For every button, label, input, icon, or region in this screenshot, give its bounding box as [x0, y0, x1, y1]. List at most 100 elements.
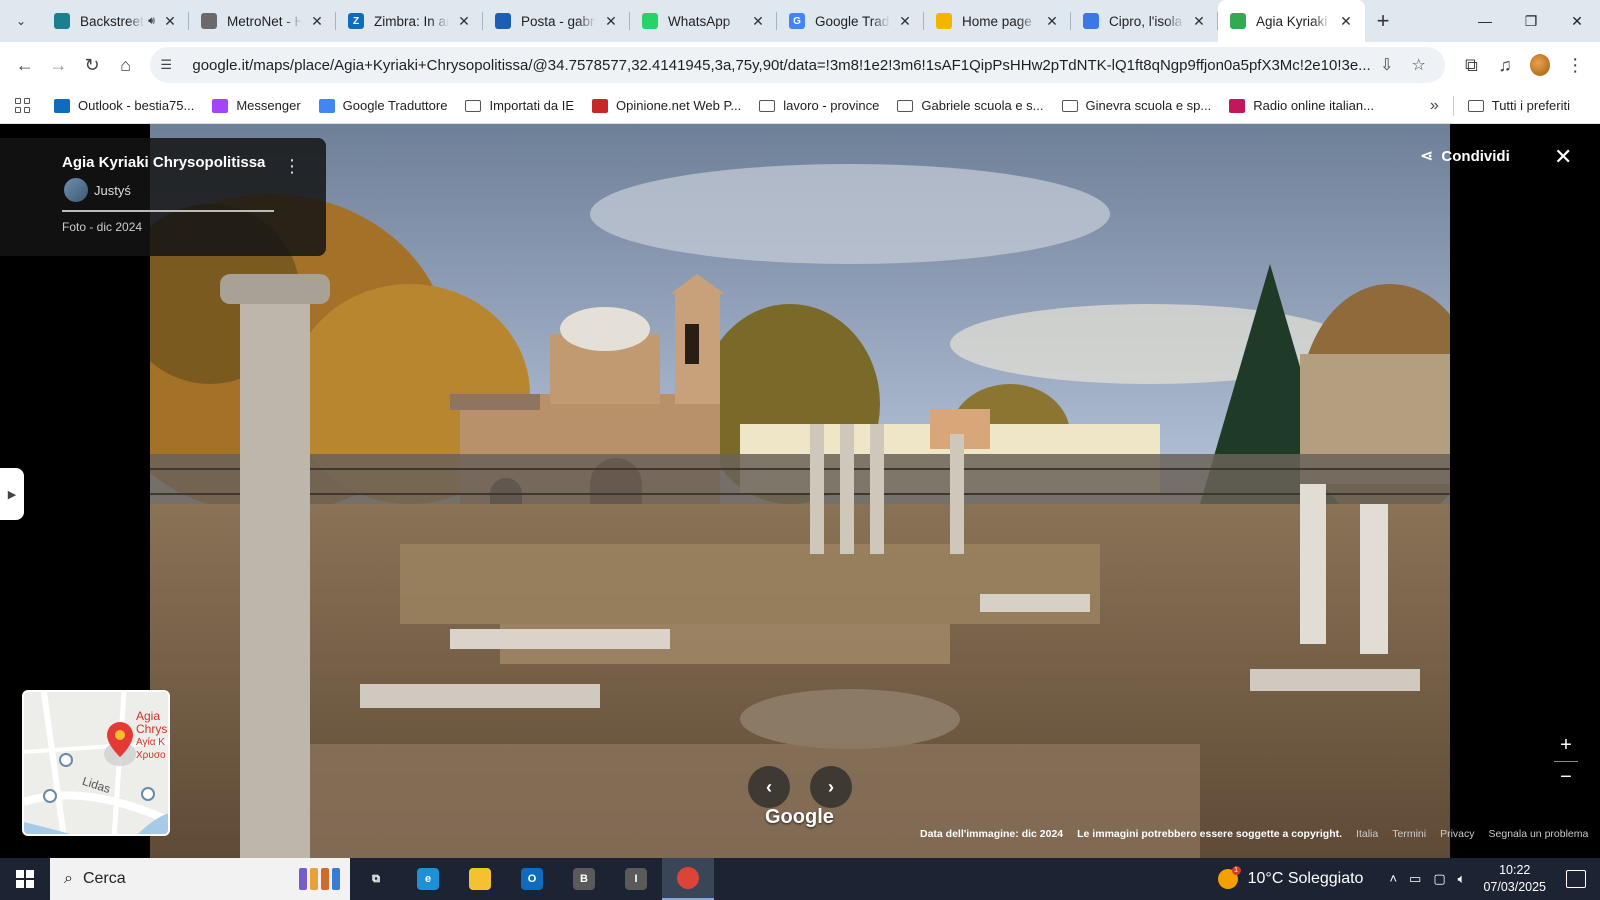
- tab-close-icon[interactable]: ✕: [896, 13, 914, 30]
- notifications-icon[interactable]: [1566, 870, 1586, 888]
- close-window-icon[interactable]: ✕: [1554, 0, 1600, 42]
- clock-date: 07/03/2025: [1483, 880, 1546, 894]
- browser-tab[interactable]: WhatsApp ✕: [630, 0, 777, 42]
- bookmark-item[interactable]: lavoro - province: [759, 98, 879, 113]
- share-button[interactable]: ⋖ Condividi: [1420, 146, 1510, 166]
- place-title[interactable]: Agia Kyriaki Chrysopolitissa: [62, 154, 306, 171]
- home-button[interactable]: ⌂: [109, 47, 143, 83]
- back-button[interactable]: ←: [8, 47, 42, 83]
- network-icon[interactable]: ▢: [1433, 871, 1445, 887]
- restore-icon[interactable]: ❐: [1508, 0, 1554, 42]
- forward-button[interactable]: →: [42, 47, 76, 83]
- zoom-in-button[interactable]: +: [1554, 734, 1578, 757]
- bookmark-item[interactable]: Importati da IE: [465, 98, 574, 113]
- minimap[interactable]: Agia Chrys Αγία Κ Χρυσο Lidas: [22, 690, 170, 836]
- browser-tab[interactable]: Agia Kyriaki C ✕: [1218, 0, 1365, 42]
- new-tab-button[interactable]: +: [1365, 8, 1401, 34]
- browser-tab[interactable]: Posta - gabri ✕: [483, 0, 630, 42]
- more-options-icon[interactable]: ⋮: [283, 156, 301, 177]
- browser-tab[interactable]: G Google Tradu ✕: [777, 0, 924, 42]
- bookmark-item[interactable]: Ginevra scuola e sp...: [1061, 98, 1211, 113]
- taskbar-app-edge[interactable]: e: [402, 858, 454, 900]
- bookmark-item[interactable]: Radio online italian...: [1229, 98, 1374, 113]
- tab-title: Google Tradu: [815, 13, 890, 29]
- bookmark-label: Google Traduttore: [342, 98, 448, 113]
- terms-link[interactable]: Termini: [1392, 828, 1426, 840]
- tab-close-icon[interactable]: ✕: [1337, 13, 1355, 30]
- tab-search-chevron-icon[interactable]: ⌄: [0, 0, 42, 42]
- taskbar-app-outlook[interactable]: O: [506, 858, 558, 900]
- browser-tab[interactable]: MetroNet - H ✕: [189, 0, 336, 42]
- bookmark-star-icon[interactable]: ☆: [1403, 55, 1435, 75]
- pin-label-line-3: Αγία Κ: [136, 737, 165, 748]
- expand-side-panel-button[interactable]: ▶: [0, 468, 24, 520]
- tab-close-icon[interactable]: ✕: [1043, 13, 1061, 30]
- bookmarks-list: Outlook - bestia75... Messenger Google Tra…: [54, 98, 1392, 113]
- bookmark-item[interactable]: Messenger: [212, 98, 301, 113]
- address-bar[interactable]: ☰ google.it/maps/place/Agia+Kyriaki+Chry…: [150, 47, 1445, 83]
- more-bookmarks-icon[interactable]: »: [1430, 97, 1439, 115]
- tabs-container: Backstreet 🔊︎ ✕ MetroNet - H ✕ Z Zimbra: In ar…: [42, 0, 1365, 42]
- pin-label-line-4: Χρυσο: [136, 750, 166, 761]
- battery-icon[interactable]: ▭: [1409, 871, 1421, 887]
- street-photo[interactable]: [150, 124, 1450, 858]
- url-text[interactable]: google.it/maps/place/Agia+Kyriaki+Chryso…: [192, 57, 1370, 74]
- minimize-icon[interactable]: —: [1462, 0, 1508, 42]
- privacy-link[interactable]: Privacy: [1440, 828, 1474, 840]
- show-hidden-icons-chevron-icon[interactable]: ˄: [1389, 871, 1397, 887]
- chrome-icon: [677, 867, 699, 889]
- taskbar-app-file-explorer[interactable]: [454, 858, 506, 900]
- tab-close-icon[interactable]: ✕: [1190, 13, 1208, 30]
- tab-favicon-icon: [54, 13, 70, 29]
- bookmark-item[interactable]: Outlook - bestia75...: [54, 98, 194, 113]
- tab-close-icon[interactable]: ✕: [308, 13, 326, 30]
- bookmark-label: Opinione.net Web P...: [616, 98, 742, 113]
- tab-close-icon[interactable]: ✕: [749, 13, 767, 30]
- taskbar-app-app-b[interactable]: B: [558, 858, 610, 900]
- google-logo: Google: [765, 806, 834, 828]
- tab-close-icon[interactable]: ✕: [602, 13, 620, 30]
- report-problem-link[interactable]: Segnala un problema: [1489, 828, 1589, 840]
- weather-widget[interactable]: 1 10°C Soleggiato: [1217, 866, 1363, 889]
- share-label: Condividi: [1441, 147, 1510, 165]
- bookmark-item[interactable]: Gabriele scuola e s...: [897, 98, 1044, 113]
- zoom-out-button[interactable]: −: [1554, 766, 1578, 789]
- site-info-icon[interactable]: ☰: [160, 57, 182, 73]
- taskbar-app-chrome[interactable]: [662, 858, 714, 900]
- close-viewer-icon[interactable]: ✕: [1554, 144, 1572, 170]
- bookmark-favicon-icon: [54, 98, 70, 113]
- tab-close-icon[interactable]: ✕: [161, 13, 179, 30]
- extensions-icon[interactable]: ⧉: [1455, 47, 1489, 83]
- next-photo-button[interactable]: ›: [810, 766, 852, 808]
- apps-grid-icon[interactable]: [12, 96, 32, 116]
- taskbar-search-box[interactable]: ⌕ Cerca: [50, 858, 350, 900]
- tab-favicon-icon: [201, 13, 217, 29]
- reload-button[interactable]: ↻: [75, 47, 109, 83]
- profile-avatar[interactable]: [1529, 54, 1551, 76]
- clock[interactable]: 10:22 07/03/2025: [1483, 862, 1546, 896]
- bookmark-item[interactable]: Google Traduttore: [318, 98, 448, 113]
- install-app-icon[interactable]: ⇩: [1371, 55, 1403, 75]
- author-row[interactable]: Justyś: [62, 178, 306, 202]
- bookmark-item[interactable]: Opinione.net Web P...: [592, 98, 741, 113]
- country-link[interactable]: Italia: [1356, 828, 1378, 840]
- browser-tab[interactable]: Cipro, l'isola ✕: [1071, 0, 1218, 42]
- minimap-pin-label: Agia Chrys Αγία Κ Χρυσο: [136, 710, 167, 762]
- browser-tab[interactable]: Backstreet 🔊︎ ✕: [42, 0, 189, 42]
- previous-photo-button[interactable]: ‹: [748, 766, 790, 808]
- tab-favicon-icon: [936, 13, 952, 29]
- bookmarks-bar: Outlook - bestia75... Messenger Google Tra…: [0, 88, 1600, 124]
- outlook-icon: O: [521, 868, 543, 890]
- menu-kebab-icon[interactable]: ⋮: [1558, 47, 1592, 83]
- browser-tab[interactable]: Home page - ✕: [924, 0, 1071, 42]
- taskbar-app-app-i[interactable]: I: [610, 858, 662, 900]
- tab-audio-icon[interactable]: 🔊︎: [148, 15, 155, 28]
- progress-divider: [62, 210, 274, 212]
- browser-tab[interactable]: Z Zimbra: In ar ✕: [336, 0, 483, 42]
- all-bookmarks-folder[interactable]: Tutti i preferiti: [1467, 98, 1570, 113]
- media-control-icon[interactable]: ♫: [1488, 47, 1522, 83]
- start-button[interactable]: [0, 858, 50, 900]
- tab-close-icon[interactable]: ✕: [455, 13, 473, 30]
- volume-icon[interactable]: 🔈︎: [1458, 871, 1466, 887]
- taskbar-app-task-view[interactable]: ⧉: [350, 858, 402, 900]
